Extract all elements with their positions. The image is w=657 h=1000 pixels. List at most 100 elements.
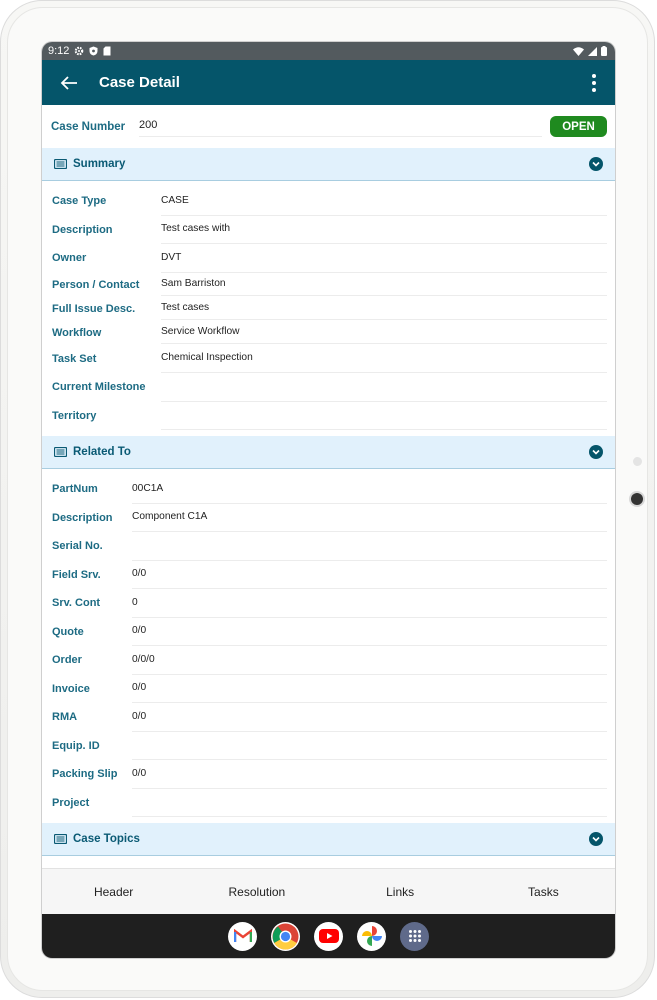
status-badge: OPEN bbox=[550, 116, 607, 137]
field-value bbox=[132, 788, 607, 818]
field-label: Case Type bbox=[52, 195, 107, 208]
topics-title: Case Topics bbox=[73, 833, 140, 845]
light-sensor bbox=[633, 457, 642, 466]
signal-icon bbox=[588, 46, 597, 56]
field-label: Srv. Cont bbox=[52, 597, 101, 610]
field-value bbox=[161, 373, 607, 402]
kebab-menu-icon[interactable] bbox=[591, 73, 597, 92]
field-value: 00C1A bbox=[132, 475, 607, 504]
app-drawer-icon[interactable] bbox=[400, 921, 429, 951]
field-field-srv: Field Srv. 0/0 bbox=[52, 561, 607, 590]
field-label: RMA bbox=[52, 711, 78, 724]
related-section-header[interactable]: Related To bbox=[42, 436, 615, 469]
topics-section-header[interactable]: Case Topics bbox=[42, 823, 615, 856]
screen: 9:12 Case Detail Case Number 200 OPEN Su… bbox=[42, 42, 615, 958]
field-label: Description bbox=[52, 223, 113, 236]
field-label: Field Srv. bbox=[52, 568, 101, 581]
summary-fields: Case Type CASE Description Test cases with… bbox=[42, 181, 615, 436]
field-value: 0/0 bbox=[132, 703, 607, 732]
wifi-icon bbox=[573, 46, 584, 56]
app-dock bbox=[42, 914, 615, 958]
summary-section-header[interactable]: Summary bbox=[42, 148, 615, 181]
field-value: Component C1A bbox=[132, 503, 607, 533]
field-value: Service Workflow bbox=[161, 321, 607, 344]
field-case-type: Case Type CASE bbox=[52, 187, 607, 216]
summary-title: Summary bbox=[73, 158, 126, 170]
field-description: Description Test cases with bbox=[52, 216, 607, 245]
clock: 9:12 bbox=[48, 45, 70, 57]
app-bar: Case Detail bbox=[42, 60, 615, 105]
field-value: 0/0/0 bbox=[132, 646, 607, 675]
battery-icon bbox=[601, 46, 607, 56]
field-label: Territory bbox=[52, 409, 97, 422]
chrome-icon[interactable] bbox=[271, 921, 300, 951]
field-full-issue-desc: Full Issue Desc. Test cases bbox=[52, 297, 607, 321]
status-bar: 9:12 bbox=[42, 42, 615, 60]
field-label: Person / Contact bbox=[52, 278, 140, 291]
field-value: 0/0 bbox=[132, 560, 607, 590]
case-number-row: Case Number 200 OPEN bbox=[42, 105, 615, 148]
field-value: 0 bbox=[132, 589, 607, 618]
field-task-set: Task Set Chemical Inspection bbox=[52, 345, 607, 374]
list-icon bbox=[54, 159, 67, 169]
field-label: Description bbox=[52, 511, 113, 524]
field-project: Project bbox=[52, 789, 607, 818]
sim-icon bbox=[103, 46, 111, 56]
field-label: Invoice bbox=[52, 682, 90, 695]
field-value: CASE bbox=[161, 187, 607, 216]
gear-icon bbox=[75, 46, 84, 56]
list-icon bbox=[54, 447, 67, 457]
field-person-contact: Person / Contact Sam Barriston bbox=[52, 273, 607, 297]
related-title: Related To bbox=[73, 446, 131, 458]
field-workflow: Workflow Service Workflow bbox=[52, 321, 607, 345]
field-label: Owner bbox=[52, 252, 87, 265]
page-title: Case Detail bbox=[99, 74, 180, 91]
field-quote: Quote 0/0 bbox=[52, 618, 607, 647]
tab-tasks[interactable]: Tasks bbox=[472, 869, 615, 914]
field-value bbox=[132, 532, 607, 561]
chevron-down-icon[interactable] bbox=[589, 832, 603, 846]
tab-header[interactable]: Header bbox=[42, 869, 185, 914]
field-equip-id: Equip. ID bbox=[52, 732, 607, 761]
gmail-icon[interactable] bbox=[228, 921, 257, 951]
case-number-label: Case Number bbox=[51, 120, 126, 133]
field-label: Task Set bbox=[52, 352, 97, 365]
field-serial-no: Serial No. bbox=[52, 532, 607, 561]
field-label: Serial No. bbox=[52, 540, 103, 553]
field-value: Sam Barriston bbox=[161, 273, 607, 296]
field-invoice: Invoice 0/0 bbox=[52, 675, 607, 704]
bottom-tab-bar: Header Resolution Links Tasks bbox=[42, 868, 615, 914]
field-owner: Owner DVT bbox=[52, 244, 607, 273]
field-value bbox=[132, 731, 607, 761]
case-detail-content: Case Number 200 OPEN Summary Case Type CA… bbox=[42, 105, 615, 869]
field-label: Current Milestone bbox=[52, 381, 146, 394]
field-label: Order bbox=[52, 654, 82, 667]
chevron-down-icon[interactable] bbox=[589, 157, 603, 171]
field-value: DVT bbox=[161, 244, 607, 273]
field-value: Chemical Inspection bbox=[161, 344, 607, 374]
field-value bbox=[161, 401, 607, 431]
arrow-left-icon[interactable] bbox=[59, 75, 79, 91]
field-label: Full Issue Desc. bbox=[52, 302, 136, 315]
field-value: 0/0 bbox=[132, 674, 607, 704]
chevron-down-icon[interactable] bbox=[589, 445, 603, 459]
related-fields: PartNum 00C1A Description Component C1A Se… bbox=[42, 469, 615, 823]
tab-links[interactable]: Links bbox=[329, 869, 472, 914]
field-label: Workflow bbox=[52, 326, 102, 339]
front-camera bbox=[631, 493, 643, 505]
field-label: Quote bbox=[52, 625, 84, 638]
shield-icon bbox=[89, 46, 98, 56]
list-icon bbox=[54, 834, 67, 844]
field-label: Equip. ID bbox=[52, 739, 100, 752]
photos-icon[interactable] bbox=[357, 921, 386, 951]
field-value: Test cases with bbox=[161, 215, 607, 245]
case-number-value: 200 bbox=[139, 116, 542, 137]
field-packing-slip: Packing Slip 0/0 bbox=[52, 760, 607, 789]
field-label: Packing Slip bbox=[52, 768, 118, 781]
field-label: Project bbox=[52, 796, 90, 809]
tab-resolution[interactable]: Resolution bbox=[185, 869, 328, 914]
youtube-icon[interactable] bbox=[314, 921, 343, 951]
field-current-milestone: Current Milestone bbox=[52, 373, 607, 402]
field-partnum: PartNum 00C1A bbox=[52, 475, 607, 504]
field-srv-cont: Srv. Cont 0 bbox=[52, 589, 607, 618]
